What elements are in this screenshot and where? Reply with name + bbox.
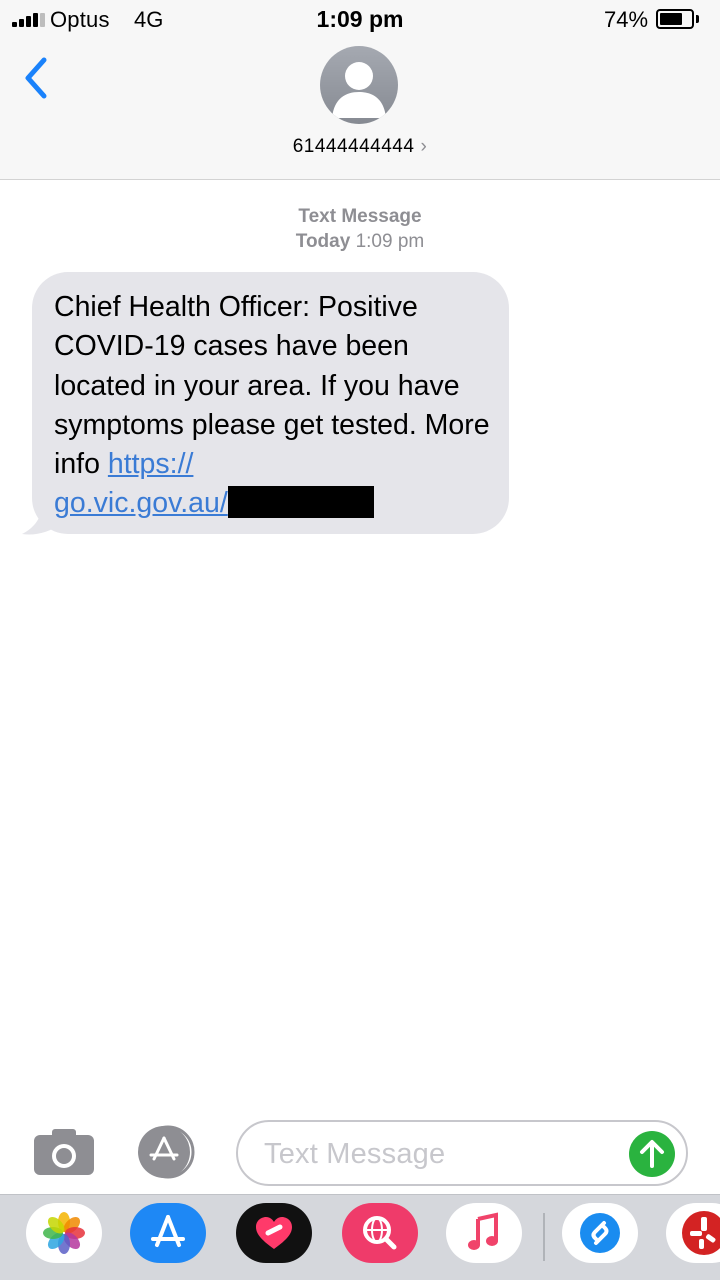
app-store-icon — [138, 1125, 195, 1179]
message-type-label: Text Message — [298, 206, 422, 227]
battery-percent: 74% — [604, 7, 649, 32]
yelp-app-icon[interactable] — [666, 1203, 720, 1263]
message-timestamp: Today 1:09 pm — [0, 231, 720, 253]
message-input[interactable]: Text Message — [236, 1120, 688, 1186]
chevron-left-icon — [25, 57, 47, 99]
imessage-app-drawer — [0, 1194, 720, 1280]
message-input-placeholder: Text Message — [264, 1138, 446, 1170]
message-time: 1:09 pm — [355, 231, 425, 252]
conversation-header: Optus 4G 1:09 pm 74% 61444444444 › — [0, 0, 720, 180]
message-date: Today — [295, 231, 351, 252]
redacted-block — [227, 486, 374, 519]
web-search-app-icon[interactable] — [342, 1203, 418, 1263]
contact-name-button[interactable]: 61444444444 › — [0, 136, 720, 158]
camera-button[interactable] — [32, 1127, 96, 1177]
chevron-right-icon: › — [420, 136, 428, 157]
music-app-icon[interactable] — [446, 1203, 522, 1263]
status-bar: Optus 4G 1:09 pm 74% — [0, 0, 720, 40]
back-button[interactable] — [20, 54, 56, 102]
shazam-app-icon[interactable] — [562, 1203, 638, 1263]
apps-button[interactable] — [134, 1125, 202, 1179]
send-arrow-icon — [640, 1140, 664, 1168]
digital-touch-app-icon[interactable] — [236, 1203, 312, 1263]
app-store-app-icon[interactable] — [130, 1203, 206, 1263]
photos-app-icon[interactable] — [26, 1203, 102, 1263]
contact-number: 61444444444 — [292, 136, 415, 157]
camera-icon — [34, 1129, 94, 1175]
app-strip-divider — [543, 1213, 545, 1261]
message-bubble[interactable]: Chief Health Officer: Positive COVID-19 … — [32, 272, 509, 534]
person-silhouette-icon — [332, 62, 386, 118]
battery-cap — [696, 15, 699, 23]
send-button[interactable] — [629, 1131, 675, 1177]
battery-icon — [656, 9, 694, 29]
contact-avatar[interactable] — [320, 46, 398, 124]
